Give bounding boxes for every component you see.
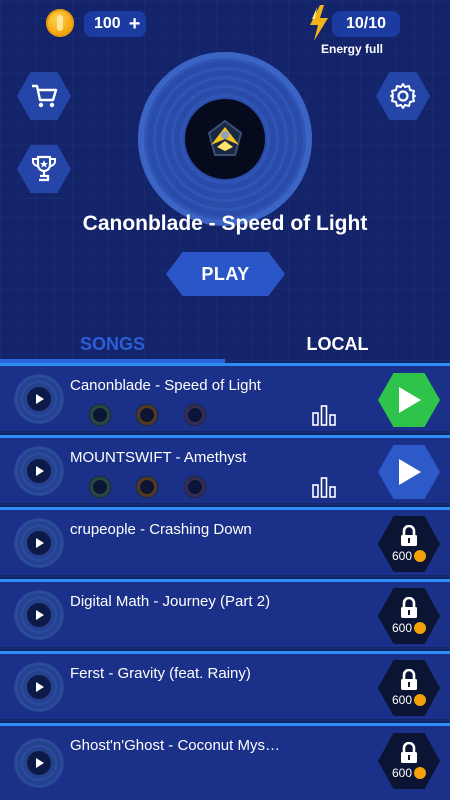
lock-icon bbox=[401, 669, 417, 690]
difficulty-gem-icon bbox=[183, 475, 207, 499]
leaderboard-bars-icon[interactable] bbox=[312, 404, 336, 426]
unlock-price: 600 bbox=[391, 766, 413, 780]
song-preview-button[interactable] bbox=[14, 662, 64, 712]
play-button[interactable]: PLAY bbox=[166, 252, 285, 296]
play-icon bbox=[36, 538, 44, 548]
coin-icon bbox=[414, 550, 427, 562]
shop-button[interactable] bbox=[17, 72, 71, 120]
now-playing-title: Canonblade - Speed of Light bbox=[82, 212, 368, 235]
energy-amount: 10/10 bbox=[345, 15, 387, 32]
settings-button[interactable] bbox=[376, 72, 430, 120]
leaderboard-button[interactable] bbox=[17, 145, 71, 193]
cart-icon bbox=[32, 84, 58, 108]
play-icon bbox=[36, 682, 44, 692]
lock-icon bbox=[401, 525, 417, 546]
song-title: Ferst - Gravity (feat. Rainy) bbox=[70, 665, 251, 682]
coin-icon bbox=[46, 9, 74, 37]
trophy-icon bbox=[32, 155, 56, 182]
play-icon bbox=[36, 758, 44, 768]
lock-icon bbox=[401, 597, 417, 618]
add-coins-button[interactable]: + bbox=[129, 14, 141, 34]
play-icon bbox=[399, 387, 421, 413]
play-icon bbox=[399, 459, 421, 485]
song-title: Ghost'n'Ghost - Coconut Mys… bbox=[70, 737, 280, 754]
unlock-price: 600 bbox=[391, 549, 413, 563]
play-icon bbox=[36, 466, 44, 476]
song-title: MOUNTSWIFT - Amethyst bbox=[70, 449, 247, 466]
unlock-price: 600 bbox=[391, 693, 413, 707]
song-preview-button[interactable] bbox=[14, 590, 64, 640]
coins-amount: 100 bbox=[94, 15, 121, 32]
song-preview-button[interactable] bbox=[14, 446, 64, 496]
unlock-price: 600 bbox=[391, 621, 413, 635]
play-icon bbox=[36, 610, 44, 620]
coin-icon bbox=[414, 622, 427, 634]
gear-icon bbox=[390, 83, 416, 109]
coin-icon bbox=[414, 694, 427, 706]
coin-icon bbox=[414, 767, 427, 779]
difficulty-gem-icon bbox=[88, 475, 112, 499]
tab-songs[interactable]: SONGS bbox=[0, 332, 225, 360]
song-preview-button[interactable] bbox=[14, 518, 64, 568]
song-title: Digital Math - Journey (Part 2) bbox=[70, 593, 271, 610]
song-title: crupeople - Crashing Down bbox=[70, 521, 252, 538]
album-art-icon bbox=[207, 119, 243, 156]
leaderboard-bars-icon[interactable] bbox=[312, 476, 336, 498]
lock-icon bbox=[401, 742, 417, 763]
energy-bolt-icon bbox=[310, 5, 328, 41]
difficulty-gem-icon bbox=[135, 475, 159, 499]
energy-status: Energy full bbox=[320, 42, 383, 56]
album-art bbox=[185, 99, 265, 179]
energy-counter: 10/10 bbox=[332, 11, 400, 37]
song-title: Canonblade - Speed of Light bbox=[70, 377, 261, 394]
tab-local[interactable]: LOCAL bbox=[225, 332, 450, 360]
song-preview-button[interactable] bbox=[14, 374, 64, 424]
difficulty-gem-icon bbox=[183, 403, 207, 427]
play-icon bbox=[36, 394, 44, 404]
coins-counter[interactable]: 100 + bbox=[84, 11, 146, 37]
difficulty-gem-icon bbox=[135, 403, 159, 427]
song-preview-button[interactable] bbox=[14, 738, 64, 788]
difficulty-gem-icon bbox=[88, 403, 112, 427]
